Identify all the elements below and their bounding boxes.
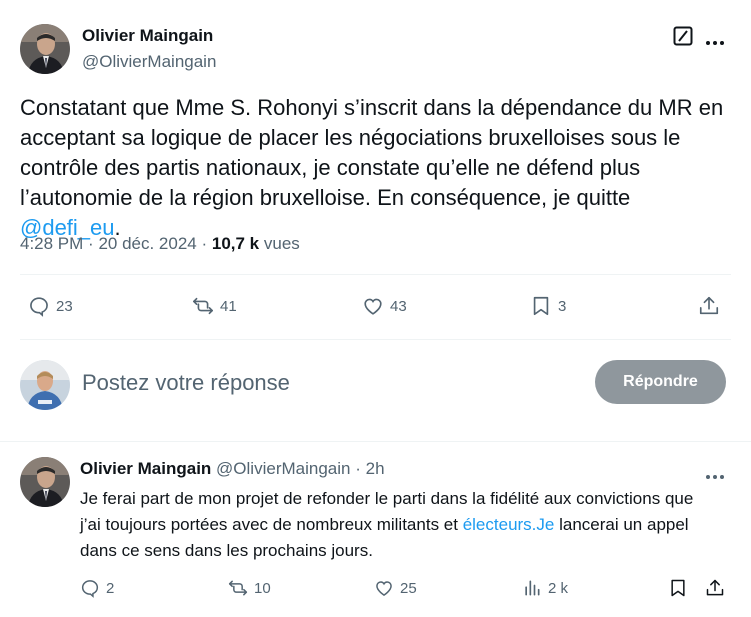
- reply-count: 23: [56, 297, 73, 315]
- reply-header: Olivier Maingain @OlivierMaingain · 2h: [80, 459, 385, 479]
- meta-separator: ·: [88, 234, 99, 253]
- views-icon: [525, 580, 540, 596]
- bookmark-icon: [533, 296, 549, 316]
- tweet-text: Constatant que Mme S. Rohonyi s’inscrit …: [20, 93, 730, 243]
- reply-repost-count: 10: [254, 579, 271, 597]
- heart-icon: [376, 581, 392, 596]
- reply-input[interactable]: [82, 368, 522, 398]
- repost-icon: [193, 297, 213, 315]
- user-avatar[interactable]: [20, 360, 70, 410]
- section-divider: [0, 441, 751, 442]
- author-name[interactable]: Olivier Maingain: [82, 26, 213, 46]
- reply-share-action[interactable]: [705, 578, 725, 598]
- reply-separator: ·: [355, 459, 361, 478]
- bookmark-count: 3: [558, 297, 567, 315]
- reply-views-action[interactable]: 2 k: [522, 578, 568, 598]
- reply-action[interactable]: 23: [28, 295, 73, 317]
- tweet-meta: 4:28 PM · 20 déc. 2024 · 10,7 k vues: [20, 234, 300, 254]
- reply-more-options-icon[interactable]: [705, 467, 725, 479]
- more-options-icon[interactable]: [705, 33, 725, 45]
- user-avatar-image: [20, 360, 70, 410]
- like-action[interactable]: 43: [362, 295, 407, 317]
- reply-text: Je ferai part de mon projet de refonder …: [80, 486, 700, 564]
- repost-action[interactable]: 41: [192, 295, 237, 317]
- reply-views-count: 2 k: [548, 579, 569, 597]
- heart-icon: [364, 298, 382, 315]
- reply-like-count: 25: [400, 579, 417, 597]
- repost-icon: [228, 580, 248, 596]
- divider: [20, 339, 731, 340]
- bookmark-icon: [671, 579, 685, 597]
- reply-icon: [81, 580, 99, 598]
- tweet-text-body: Constatant que Mme S. Rohonyi s’inscrit …: [20, 95, 724, 210]
- author-handle[interactable]: @OlivierMaingain: [82, 52, 216, 72]
- reply-bookmark-action[interactable]: [668, 578, 688, 598]
- reply-author-name[interactable]: Olivier Maingain: [80, 459, 211, 478]
- reply-time[interactable]: 2h: [366, 459, 385, 478]
- share-icon: [699, 296, 719, 315]
- tweet-time[interactable]: 4:28 PM: [20, 234, 83, 253]
- reply-reply-count: 2: [106, 579, 115, 597]
- reply-repost-action[interactable]: 10: [228, 578, 271, 598]
- reply-link[interactable]: électeurs.Je: [463, 515, 555, 534]
- author-avatar[interactable]: [20, 24, 70, 74]
- reply-icon: [30, 297, 48, 317]
- reply-reply-action[interactable]: 2: [80, 578, 114, 598]
- grok-icon[interactable]: [673, 26, 693, 46]
- author-avatar-image: [20, 24, 70, 74]
- meta-separator: ·: [201, 234, 212, 253]
- views-label: vues: [263, 234, 300, 253]
- reply-author-handle[interactable]: @OlivierMaingain: [216, 459, 350, 478]
- share-icon: [706, 579, 724, 596]
- divider: [20, 274, 731, 275]
- reply-like-action[interactable]: 25: [374, 578, 417, 598]
- views-count: 10,7 k: [211, 234, 260, 253]
- reply-author-avatar-image: [20, 457, 70, 507]
- like-count: 43: [390, 297, 407, 315]
- repost-count: 41: [220, 297, 237, 315]
- reply-button[interactable]: Répondre: [595, 360, 726, 404]
- tweet-date[interactable]: 20 déc. 2024: [98, 234, 196, 253]
- share-action[interactable]: [698, 295, 720, 317]
- reply-author-avatar[interactable]: [20, 457, 70, 507]
- bookmark-action[interactable]: 3: [530, 295, 566, 317]
